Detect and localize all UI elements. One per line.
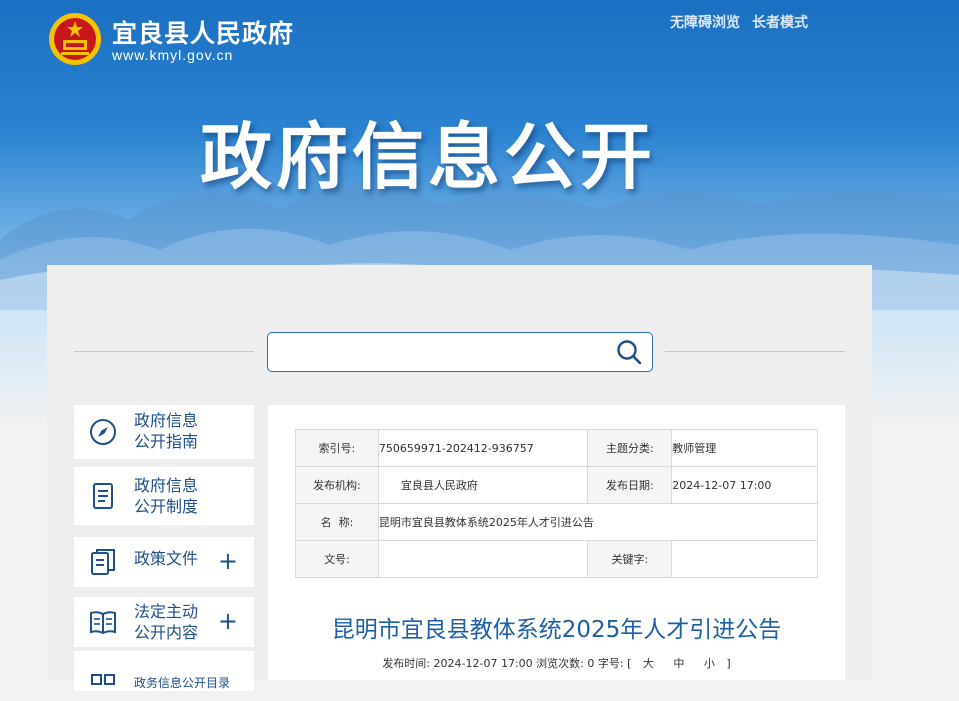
- fontsize-label: 字号:: [597, 657, 624, 670]
- search-input[interactable]: [276, 333, 610, 371]
- article-title: 昆明市宜良县教体系统2025年人才引进公告: [331, 617, 782, 643]
- sidebar-item-label: 政府信息 公开指南: [134, 411, 199, 451]
- index-label: 索引号:: [295, 429, 379, 467]
- article-content: 索引号: 750659971-202412-936757 主题分类: 教师管理 …: [268, 405, 845, 680]
- sidebar-item-system[interactable]: 政府信息 公开制度: [74, 467, 254, 525]
- font-medium-button[interactable]: 中: [673, 657, 684, 670]
- org-value: 宜良县人民政府: [377, 466, 589, 504]
- sidebar-item-label: 政策文件: [134, 549, 199, 568]
- top-links: 无障碍浏览 长者模式: [670, 12, 808, 32]
- elderly-mode-link[interactable]: 长者模式: [752, 12, 808, 32]
- expand-plus-icon[interactable]: +: [218, 607, 238, 635]
- keywords-value: [671, 540, 818, 578]
- bracket-open: [: [627, 657, 632, 670]
- docno-label: 文号:: [295, 540, 379, 578]
- publish-time: 2024-12-07 17:00: [433, 657, 533, 670]
- sidebar-item-catalog[interactable]: 政务信息公开目录: [74, 651, 254, 691]
- table-row: 发布机构: 宜良县人民政府 发布日期: 2024-12-07 17:00: [295, 466, 818, 504]
- docno-value: [377, 540, 589, 578]
- font-large-button[interactable]: 大: [643, 657, 654, 670]
- table-row: 索引号: 750659971-202412-936757 主题分类: 教师管理: [295, 429, 818, 467]
- compass-icon: [90, 419, 116, 445]
- sidebar-item-label: 政府信息 公开制度: [134, 476, 199, 516]
- sidebar-item-guide[interactable]: 政府信息 公开指南: [74, 405, 254, 459]
- keywords-label: 关键字:: [587, 540, 673, 578]
- sidebar-item-policy-files[interactable]: 政策文件 +: [74, 537, 254, 587]
- table-row: 文号: 关键字:: [295, 540, 818, 578]
- sidebar-item-label: 政务信息公开目录: [134, 676, 231, 690]
- name-label: 名 称:: [295, 503, 379, 541]
- site-title: 宜良县人民政府: [112, 19, 295, 48]
- search-box: [267, 332, 653, 372]
- topic-value: 教师管理: [671, 429, 818, 467]
- font-small-button[interactable]: 小: [704, 657, 715, 670]
- search-divider-right: [665, 351, 845, 352]
- main-panel: 政府信息 公开指南 政府信息 公开制度 政策文件 + 法定主动 公开内容 + 政…: [47, 265, 872, 691]
- date-label: 发布日期:: [587, 466, 673, 504]
- national-emblem-icon: [49, 13, 101, 65]
- views-count: 0: [587, 657, 595, 670]
- table-row: 名 称: 昆明市宜良县教体系统2025年人才引进公告: [295, 503, 819, 541]
- bracket-close: ]: [726, 657, 731, 670]
- search-divider-left: [74, 351, 254, 352]
- publish-label: 发布时间:: [382, 657, 431, 670]
- sidebar-item-label: 法定主动 公开内容: [134, 602, 199, 642]
- topic-label: 主题分类:: [587, 429, 673, 467]
- accessibility-link[interactable]: 无障碍浏览: [670, 12, 740, 32]
- search-icon[interactable]: [616, 339, 642, 365]
- sidebar-item-statutory-content[interactable]: 法定主动 公开内容 +: [74, 597, 254, 647]
- metadata-table: 索引号: 750659971-202412-936757 主题分类: 教师管理 …: [295, 429, 819, 578]
- article-meta: 发布时间: 2024-12-07 17:00 浏览次数: 0 字号: [ 大 中…: [268, 655, 845, 671]
- files-icon: [91, 549, 115, 575]
- banner-title: 政府信息公开: [200, 115, 657, 199]
- site-url: www.kmyl.gov.cn: [112, 47, 234, 63]
- grid-icon: [91, 674, 115, 685]
- org-label: 发布机构:: [295, 466, 379, 504]
- document-icon: [93, 483, 113, 509]
- book-icon: [90, 611, 116, 635]
- date-value: 2024-12-07 17:00: [671, 466, 818, 504]
- name-value: 昆明市宜良县教体系统2025年人才引进公告: [377, 503, 819, 541]
- expand-plus-icon[interactable]: +: [218, 547, 238, 575]
- index-value: 750659971-202412-936757: [377, 429, 589, 467]
- views-label: 浏览次数:: [536, 657, 584, 670]
